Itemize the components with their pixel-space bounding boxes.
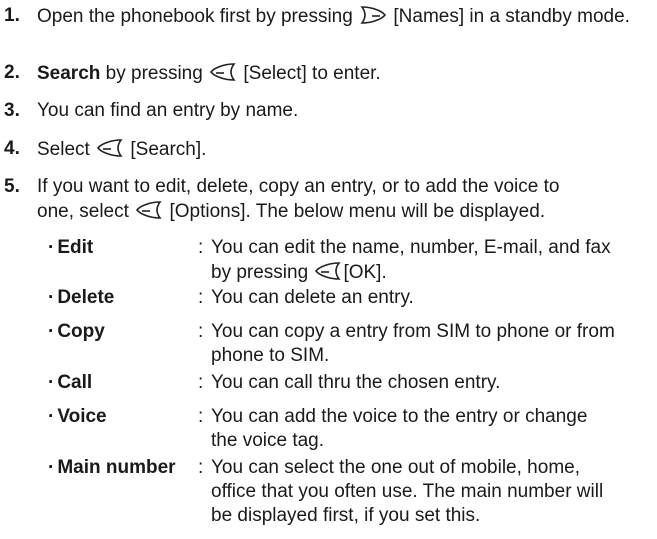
option-name: Main number bbox=[57, 457, 176, 478]
step-text: [Names] in a standby mode. bbox=[393, 6, 630, 27]
bullet: · bbox=[48, 406, 55, 427]
bullet: · bbox=[48, 237, 55, 258]
step-text: one, select bbox=[37, 201, 129, 222]
step-number: 3. bbox=[4, 100, 20, 121]
colon: : bbox=[198, 237, 204, 258]
step-number: 4. bbox=[4, 138, 20, 159]
option-desc: by pressing bbox=[211, 262, 309, 283]
step-text: [Search]. bbox=[130, 139, 207, 160]
step-text: [Options]. The below menu will be displa… bbox=[169, 201, 546, 222]
step-text: Open the phonebook first by pressing bbox=[37, 6, 353, 27]
option-desc: be displayed first, if you set this. bbox=[211, 505, 481, 526]
right-soft-key-icon bbox=[358, 4, 388, 26]
option-desc: You can call thru the chosen entry. bbox=[211, 372, 501, 393]
bullet: · bbox=[48, 457, 55, 478]
option-desc: You can select the one out of mobile, ho… bbox=[211, 457, 580, 478]
option-desc: office that you often use. The main numb… bbox=[211, 481, 604, 502]
option-name: Copy bbox=[57, 321, 105, 342]
colon: : bbox=[198, 372, 204, 393]
option-name: Edit bbox=[57, 237, 94, 258]
option-desc: [OK]. bbox=[343, 262, 387, 283]
left-soft-key-icon bbox=[208, 61, 238, 83]
option-desc: You can copy a entry from SIM to phone o… bbox=[211, 321, 615, 342]
option-name: Delete bbox=[57, 287, 115, 308]
step-text: You can find an entry by name. bbox=[37, 100, 299, 121]
step-number: 1. bbox=[4, 5, 20, 26]
left-soft-key-icon bbox=[313, 260, 343, 282]
option-desc: You can delete an entry. bbox=[211, 287, 414, 308]
bullet: · bbox=[48, 372, 55, 393]
colon: : bbox=[198, 321, 204, 342]
left-soft-key-icon bbox=[95, 137, 125, 159]
step-number: 5. bbox=[4, 176, 20, 197]
option-desc: phone to SIM. bbox=[211, 345, 330, 366]
option-name: Call bbox=[57, 372, 93, 393]
option-desc: the voice tag. bbox=[211, 430, 325, 451]
left-soft-key-icon bbox=[134, 199, 164, 221]
step-text: by pressing bbox=[105, 63, 203, 84]
step-number: 2. bbox=[4, 62, 20, 83]
colon: : bbox=[198, 457, 204, 478]
step-text: If you want to edit, delete, copy an ent… bbox=[37, 176, 560, 197]
step-text: [Select] to enter. bbox=[243, 63, 381, 84]
step-text: Select bbox=[37, 139, 90, 160]
option-desc: You can edit the name, number, E-mail, a… bbox=[211, 237, 611, 258]
colon: : bbox=[198, 287, 204, 308]
option-desc: You can add the voice to the entry or ch… bbox=[211, 406, 588, 427]
bullet: · bbox=[48, 321, 55, 342]
step-keyword: Search bbox=[37, 63, 101, 84]
option-name: Voice bbox=[57, 406, 107, 427]
colon: : bbox=[198, 406, 204, 427]
bullet: · bbox=[48, 287, 55, 308]
